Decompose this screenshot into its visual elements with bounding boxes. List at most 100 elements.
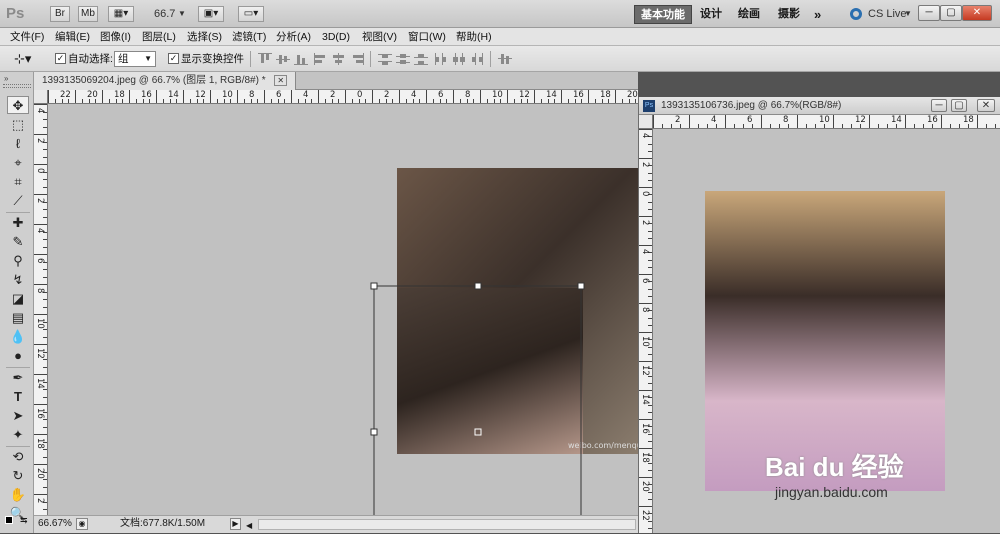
ruler-tick <box>43 209 47 210</box>
blur-tool-icon[interactable]: 💧 <box>7 328 29 346</box>
ruler-tick <box>34 344 47 345</box>
ruler-origin[interactable] <box>34 90 48 104</box>
minibridge-button[interactable]: Mb <box>78 6 98 22</box>
3d-rotate-tool-icon[interactable]: ⟲ <box>7 448 29 466</box>
clone-stamp-tool-icon[interactable]: ⚲ <box>7 252 29 270</box>
ruler-tick <box>34 314 47 315</box>
align-bottom-icon[interactable] <box>294 53 308 65</box>
menu-3d[interactable]: 3D(D) <box>322 30 350 44</box>
lasso-tool-icon[interactable]: ℓ <box>7 135 29 153</box>
workspace-painting[interactable]: 绘画 <box>732 5 766 24</box>
history-brush-tool-icon[interactable]: ↯ <box>7 271 29 289</box>
menu-file[interactable]: 文件(F) <box>10 30 44 44</box>
gradient-tool-icon[interactable]: ▤ <box>7 309 29 327</box>
bridge-button[interactable]: Br <box>50 6 70 22</box>
move-tool-icon[interactable]: ✥ <box>7 96 29 114</box>
canvas-area[interactable]: weibo.com/menquan <box>48 104 638 515</box>
ruler-tick <box>34 404 47 405</box>
close-icon[interactable]: ✕ <box>962 5 992 21</box>
zoom-dropdown-icon[interactable]: ▼ <box>178 5 186 23</box>
eyedropper-tool-icon[interactable]: ⟋ <box>7 192 29 210</box>
path-selection-tool-icon[interactable]: ➤ <box>7 407 29 425</box>
restore-icon[interactable]: ▢ <box>940 5 962 21</box>
default-colors-icon[interactable] <box>5 516 13 524</box>
cslive-dropdown-icon[interactable]: ▼ <box>904 5 912 23</box>
horizontal-ruler[interactable]: 22 20 18 16 14 12 10 8 6 4 2 0 2 4 6 8 10 12 14 16 18 20 <box>48 90 638 104</box>
minimize-icon[interactable]: ─ <box>918 5 940 21</box>
ruler-origin[interactable] <box>639 115 653 129</box>
menu-layer[interactable]: 图层(L) <box>142 30 176 44</box>
move-tool-preset-icon[interactable]: ⊹▾ <box>14 51 31 67</box>
quick-selection-tool-icon[interactable]: ⌖ <box>7 154 29 172</box>
distribute-top-icon[interactable] <box>378 53 392 65</box>
align-left-icon[interactable] <box>314 53 328 65</box>
vertical-ruler[interactable]: 4 2 0 2 4 6 8 10 12 14 16 18 20 2 <box>34 104 48 515</box>
menu-edit[interactable]: 编辑(E) <box>55 30 90 44</box>
workspace-design[interactable]: 设计 <box>694 5 728 24</box>
ruler-tick <box>210 90 211 103</box>
arrange-documents-button[interactable]: ▣▾ <box>198 6 224 22</box>
menu-filter[interactable]: 滤镜(T) <box>232 30 266 44</box>
distribute-right-icon[interactable] <box>470 53 484 65</box>
zoom-percentage[interactable]: 66.67% <box>38 516 72 532</box>
distribute-left-icon[interactable] <box>434 53 448 65</box>
ruler-label: 6 <box>438 90 444 100</box>
menu-select[interactable]: 选择(S) <box>187 30 222 44</box>
crop-tool-icon[interactable]: ⌗ <box>7 173 29 191</box>
brush-tool-icon[interactable]: ✎ <box>7 233 29 251</box>
auto-select-dropdown[interactable]: 组 ▼ <box>114 51 156 67</box>
doc2-minimize-icon[interactable]: ─ <box>931 99 947 112</box>
panel-grip[interactable] <box>3 84 31 88</box>
auto-select-checkbox[interactable]: ✓ <box>55 53 66 64</box>
menu-image[interactable]: 图像(I) <box>100 30 131 44</box>
document-2-titlebar[interactable]: Ps 1393135106736.jpeg @ 66.7%(RGB/8#) ─ … <box>639 97 1000 115</box>
menu-window[interactable]: 窗口(W) <box>408 30 446 44</box>
menu-help[interactable]: 帮助(H) <box>456 30 492 44</box>
type-tool-icon[interactable]: T <box>7 388 29 406</box>
zoom-level-value[interactable]: 66.7 <box>154 5 175 23</box>
canvas-area[interactable]: Bai du 经验 jingyan.baidu.com <box>653 129 1000 533</box>
shape-tool-icon[interactable]: ✦ <box>7 426 29 444</box>
horizontal-scrollbar[interactable] <box>258 519 636 530</box>
pen-tool-icon[interactable]: ✒ <box>7 369 29 387</box>
cslive-button[interactable]: CS Live <box>868 5 907 23</box>
eraser-tool-icon[interactable]: ◪ <box>7 290 29 308</box>
hand-tool-icon[interactable]: ✋ <box>7 486 29 504</box>
show-transform-checkbox[interactable]: ✓ <box>168 53 179 64</box>
more-workspaces-icon[interactable]: » <box>808 5 827 24</box>
swap-colors-icon[interactable]: ⇆ <box>20 515 28 526</box>
document-tab[interactable]: 1393135069204.jpeg @ 66.7% (图层 1, RGB/8#… <box>34 72 297 90</box>
ruler-tick <box>662 124 663 128</box>
view-extras-button[interactable]: ▦▾ <box>108 6 134 22</box>
doc2-close-icon[interactable]: ✕ <box>977 99 995 112</box>
align-vertical-center-icon[interactable] <box>276 53 290 65</box>
doc2-restore-icon[interactable]: ▢ <box>951 99 967 112</box>
scroll-left-icon[interactable]: ◀ <box>246 518 252 534</box>
distribute-horizontal-center-icon[interactable] <box>452 53 466 65</box>
align-horizontal-center-icon[interactable] <box>332 53 346 65</box>
distribute-bottom-icon[interactable] <box>414 53 428 65</box>
horizontal-ruler[interactable]: 2 4 6 8 10 12 14 16 18 <box>653 115 1000 129</box>
distribute-vertical-center-icon[interactable] <box>396 53 410 65</box>
workspace-essentials[interactable]: 基本功能 <box>634 5 692 24</box>
workspace-photography[interactable]: 摄影 <box>772 5 806 24</box>
dodge-tool-icon[interactable]: ● <box>7 347 29 365</box>
align-top-icon[interactable] <box>258 53 272 65</box>
ruler-tick <box>405 99 407 103</box>
spot-healing-tool-icon[interactable]: ✚ <box>7 214 29 232</box>
status-menu-arrow-icon[interactable]: ▶ <box>230 518 241 530</box>
ruler-tick <box>878 124 879 128</box>
auto-align-layers-icon[interactable] <box>498 53 512 65</box>
transform-bounding-box[interactable] <box>48 104 638 515</box>
close-tab-icon[interactable]: ✕ <box>274 75 288 86</box>
screen-mode-button[interactable]: ▭▾ <box>238 6 264 22</box>
collapse-panel-icon[interactable]: » <box>4 74 8 83</box>
menu-view[interactable]: 视图(V) <box>362 30 397 44</box>
status-icon[interactable]: ◉ <box>76 518 88 530</box>
align-right-icon[interactable] <box>350 53 364 65</box>
menu-analysis[interactable]: 分析(A) <box>276 30 311 44</box>
vertical-ruler[interactable]: 4 2 0 2 4 6 8 10 12 14 16 18 20 22 <box>639 129 653 533</box>
photo[interactable] <box>705 191 945 491</box>
3d-orbit-tool-icon[interactable]: ↻ <box>7 467 29 485</box>
marquee-tool-icon[interactable]: ⬚ <box>7 116 29 134</box>
